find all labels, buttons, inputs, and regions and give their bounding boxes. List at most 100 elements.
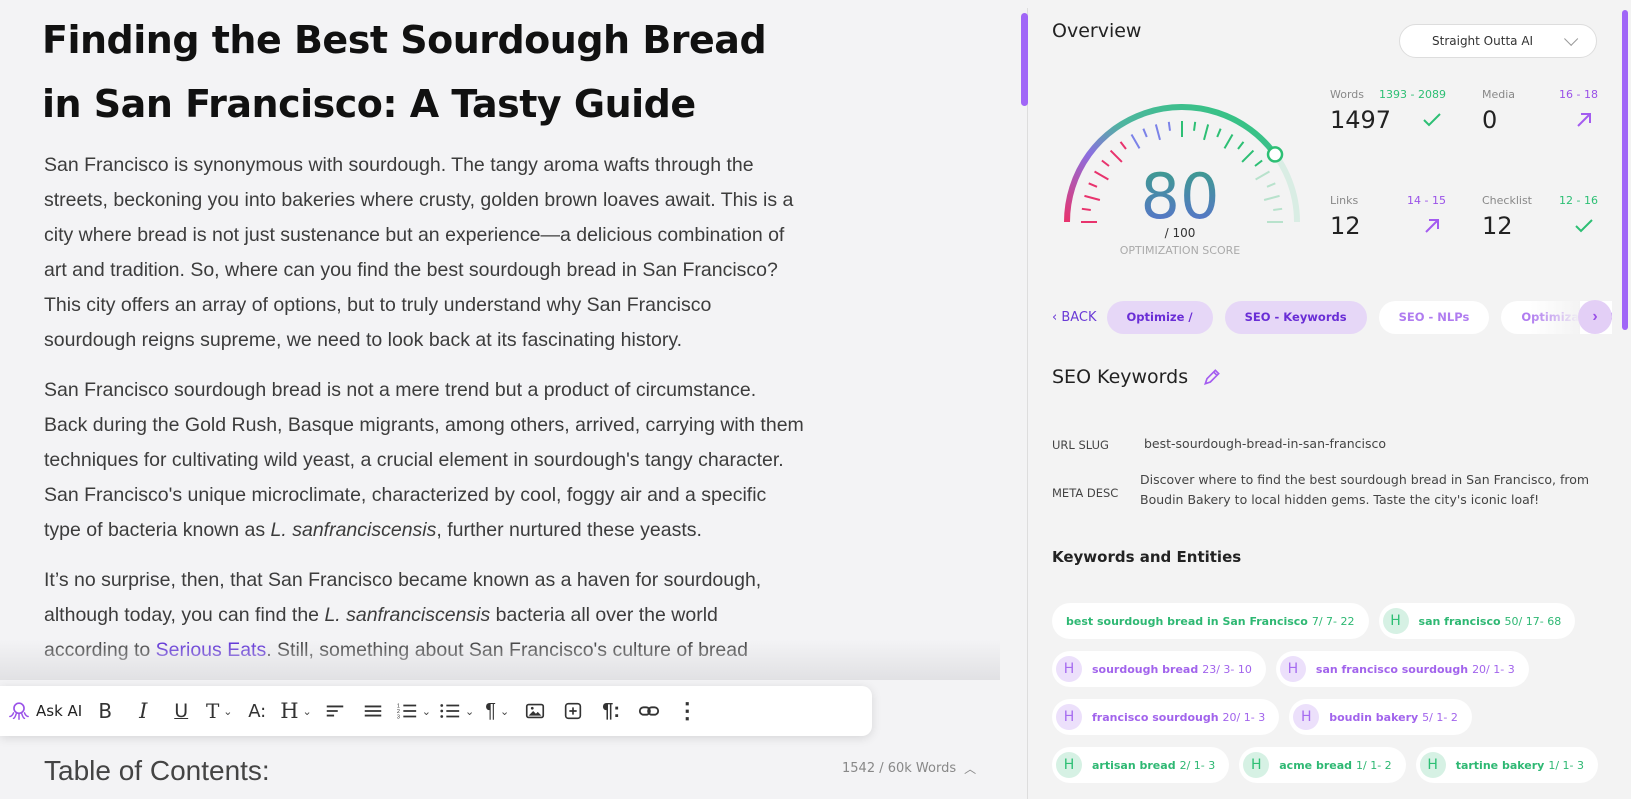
word-count[interactable]: 1542 / 60k Words ︿: [842, 760, 976, 777]
keyword-chip[interactable]: best sourdough bread in San Francisco 7/ …: [1052, 603, 1369, 639]
keyword-chips: best sourdough bread in San Francisco 7/ …: [1052, 603, 1612, 783]
gauge-tick: [1088, 182, 1098, 188]
article-body[interactable]: San Francisco is synonymous with sourdou…: [44, 148, 804, 683]
arrow-up-right-icon: [1425, 219, 1439, 233]
svg-text:3: 3: [397, 714, 400, 720]
tab-seo-nlps[interactable]: SEO - NLPs: [1378, 300, 1490, 334]
gauge-tick: [1263, 194, 1280, 201]
gauge-tick: [1273, 207, 1283, 211]
text: San Francisco sourdough bread is not a m…: [44, 379, 804, 541]
url-slug-value[interactable]: best-sourdough-bread-in-san-francisco: [1144, 434, 1386, 454]
back-button[interactable]: ‹ BACK: [1052, 310, 1097, 325]
insert-link-button[interactable]: [634, 693, 664, 729]
chevron-up-icon: ︿: [964, 762, 977, 776]
editor-scrollbar-thumb[interactable]: [1021, 13, 1028, 106]
keyword-count: 50/ 17- 68: [1504, 614, 1562, 628]
keyword-chip[interactable]: Hsourdough bread 23/ 3- 10: [1052, 651, 1266, 687]
paragraph-format-button[interactable]: ¶:: [596, 693, 626, 729]
panel-scrollbar-thumb[interactable]: [1622, 10, 1628, 330]
gauge-tick: [1081, 207, 1091, 211]
chevron-down-icon: ⌄: [421, 705, 431, 718]
keyword-term: san francisco: [1418, 614, 1501, 628]
gauge-tick: [1142, 128, 1148, 138]
paragraph-dropdown[interactable]: ¶ ⌄: [482, 693, 512, 729]
keyword-term: tartine bakery: [1455, 758, 1545, 772]
gauge-tick: [1193, 121, 1197, 131]
pilcrow-options-icon: ¶:: [602, 699, 621, 722]
gauge-tick: [1255, 170, 1270, 181]
ordered-list-dropdown[interactable]: 1 2 3 ⌄: [396, 693, 431, 729]
heading-badge-icon: H: [1056, 752, 1082, 778]
article-title[interactable]: Finding the Best Sourdough Bread in San …: [42, 8, 802, 136]
score-value: 80: [1110, 162, 1250, 232]
metric-words: Words 1393 - 2089 1497: [1330, 88, 1446, 148]
bold-button[interactable]: B: [90, 693, 120, 729]
octopus-ai-icon: [9, 702, 29, 720]
more-options-button[interactable]: ⋮: [672, 693, 702, 729]
align-left-icon: [326, 705, 344, 717]
font-size-button[interactable]: A:: [242, 693, 272, 729]
metric-range: 12 - 16: [1559, 194, 1598, 207]
text-style-dropdown[interactable]: T ⌄: [204, 693, 234, 729]
tabs-next-button[interactable]: ›: [1578, 300, 1612, 334]
gauge-tick: [1216, 128, 1222, 138]
keyword-chip[interactable]: Hfrancisco sourdough 20/ 1- 3: [1052, 699, 1280, 735]
keyword-chip[interactable]: Hacme bread 1/ 1- 2: [1239, 747, 1406, 783]
insert-image-button[interactable]: [520, 693, 550, 729]
metric-label: Checklist: [1482, 194, 1532, 207]
heading-badge-icon: H: [1279, 656, 1306, 682]
keyword-chip[interactable]: Hboudin bakery 5/ 1- 2: [1289, 699, 1472, 735]
score-max: / 100: [1164, 226, 1196, 240]
gauge-tick: [1101, 159, 1110, 167]
underline-icon: U: [174, 700, 189, 722]
keyword-chip[interactable]: Hsan francisco 50/ 17- 68: [1378, 603, 1576, 639]
italic-text: L. sanfranciscensis: [270, 519, 437, 541]
metric-label: Media: [1482, 88, 1516, 101]
content-fade: [0, 640, 1000, 680]
keyword-count: 2/ 1- 3: [1179, 758, 1216, 772]
keyword-chip[interactable]: Hsan francisco sourdough 20/ 1- 3: [1275, 651, 1529, 687]
keyword-chip[interactable]: Hartisan bread 2/ 1- 3: [1052, 747, 1230, 783]
justify-button[interactable]: [358, 693, 388, 729]
section-tabs: ‹ BACK Optimize / SEO - Keywords SEO - N…: [1052, 300, 1612, 334]
keyword-count: 23/ 3- 10: [1202, 662, 1252, 676]
metric-range: 14 - 15: [1407, 194, 1446, 207]
tab-optimize[interactable]: Optimize /: [1106, 300, 1213, 334]
gauge-tick: [1109, 149, 1123, 163]
ai-mode-dropdown[interactable]: Straight Outta AI: [1399, 24, 1597, 58]
bullet-list-dropdown[interactable]: ⌄: [439, 693, 474, 729]
heading-dropdown[interactable]: H ⌄: [280, 693, 312, 729]
meta-desc-label: META DESC: [1052, 486, 1119, 500]
toc-heading[interactable]: Table of Contents:: [44, 755, 270, 787]
url-slug-label: URL SLUG: [1052, 438, 1109, 452]
keyword-chip[interactable]: Htartine bakery 1/ 1- 3: [1415, 747, 1598, 783]
metric-value: 1497: [1330, 106, 1392, 134]
tabs-fade: [1530, 300, 1580, 334]
keyword-term: san francisco sourdough: [1315, 662, 1469, 676]
metric-label: Links: [1330, 194, 1359, 207]
seo-keywords-title: SEO Keywords: [1052, 366, 1189, 388]
editor-scrollbar-track[interactable]: [1020, 8, 1028, 799]
insert-block-button[interactable]: [558, 693, 588, 729]
gauge-tick: [1094, 170, 1109, 181]
word-count-text: 1542 / 60k Words: [842, 761, 957, 776]
italic-icon: I: [139, 699, 148, 723]
pencil-icon[interactable]: [1202, 367, 1222, 387]
meta-desc-value[interactable]: Discover where to find the best sourdoug…: [1140, 470, 1600, 510]
heading-badge-icon: H: [1419, 752, 1446, 778]
heading-badge-icon: H: [1382, 608, 1409, 634]
underline-button[interactable]: U: [166, 693, 196, 729]
tab-seo-keywords[interactable]: SEO - Keywords: [1224, 300, 1367, 334]
ask-ai-button[interactable]: Ask AI: [8, 693, 82, 729]
gauge-tick: [1241, 149, 1255, 163]
text-style-icon: T: [205, 699, 220, 723]
pilcrow-icon: ¶: [485, 699, 496, 722]
heading-badge-icon: H: [1293, 704, 1320, 730]
align-left-button[interactable]: [320, 693, 350, 729]
heading-badge-icon: H: [1243, 752, 1270, 778]
italic-button[interactable]: I: [128, 693, 158, 729]
paragraph[interactable]: San Francisco is synonymous with sourdou…: [44, 148, 804, 358]
keyword-count: 20/ 1- 3: [1472, 662, 1515, 676]
keywords-entities-title: Keywords and Entities: [1052, 548, 1242, 566]
paragraph[interactable]: San Francisco sourdough bread is not a m…: [44, 373, 804, 548]
